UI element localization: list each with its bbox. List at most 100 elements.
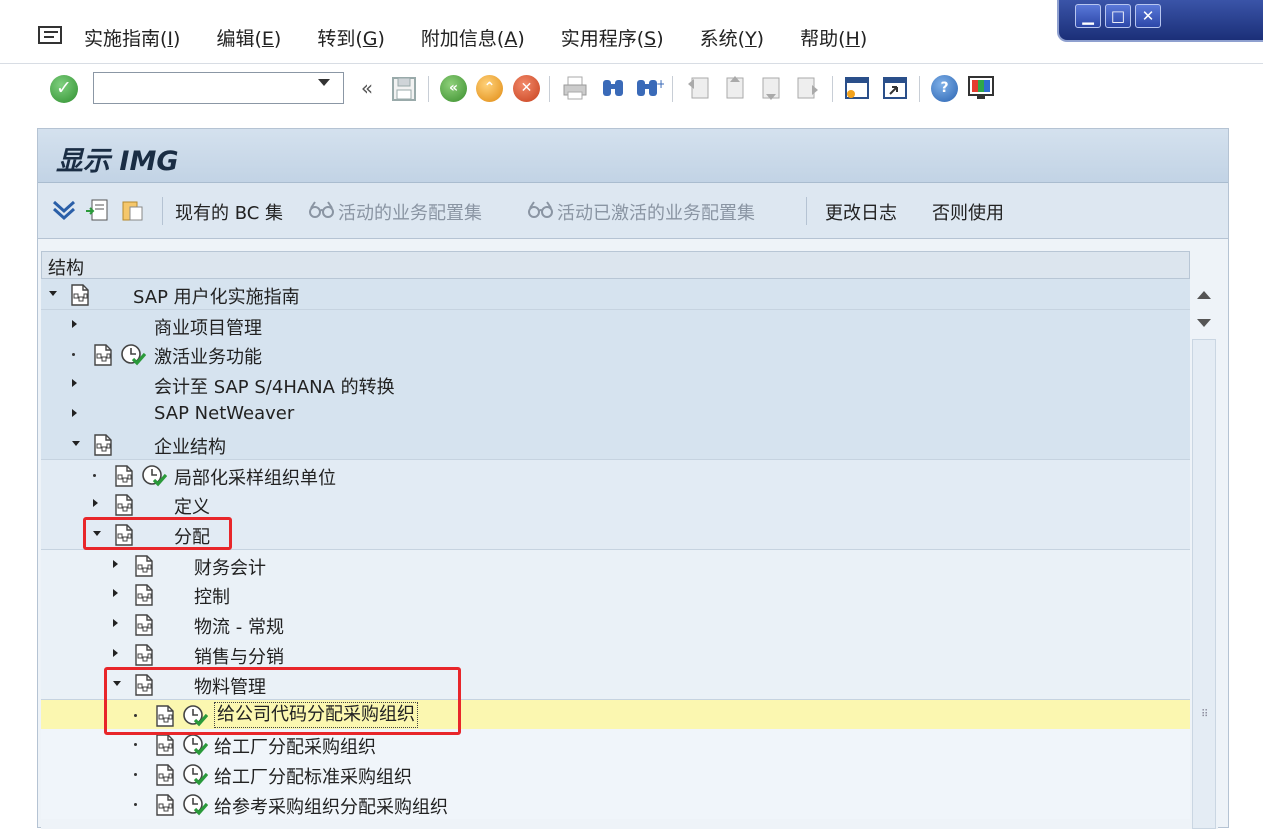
tree-node[interactable]: 局部化采样组织单位 xyxy=(41,459,1190,489)
documentation-icon[interactable] xyxy=(92,344,114,366)
tree-node-label[interactable]: 物流 - 常规 xyxy=(194,613,284,639)
clipboard-icon[interactable] xyxy=(119,197,145,223)
command-field[interactable] xyxy=(93,72,344,104)
tree-node[interactable]: 给参考采购组织分配采购组织 xyxy=(41,789,1190,819)
import-icon[interactable] xyxy=(84,197,110,223)
cancel-icon[interactable]: ✕ xyxy=(513,75,540,102)
execute-activity-icon[interactable] xyxy=(182,793,209,817)
tree-node-label[interactable]: 给工厂分配采购组织 xyxy=(214,733,376,759)
tree-node[interactable]: 销售与分销 xyxy=(41,639,1190,669)
customize-layout-icon[interactable] xyxy=(966,72,996,104)
menu-implementation-guide[interactable]: 实施指南(I) xyxy=(84,24,180,51)
expand-node-icon[interactable] xyxy=(113,619,118,627)
menu-goto[interactable]: 转到(G) xyxy=(317,24,385,51)
create-shortcut-icon[interactable] xyxy=(880,72,910,104)
execute-activity-icon[interactable] xyxy=(120,343,147,367)
documentation-icon[interactable] xyxy=(113,494,135,516)
tree-node-label[interactable]: 控制 xyxy=(194,583,230,609)
documentation-icon[interactable] xyxy=(92,434,114,456)
expand-node-icon[interactable] xyxy=(113,589,118,597)
tree-node[interactable]: 商业项目管理 xyxy=(41,309,1190,339)
previous-page-icon[interactable] xyxy=(720,72,750,104)
change-log-button[interactable]: 更改日志 xyxy=(825,199,897,225)
help-icon[interactable]: ? xyxy=(931,75,958,102)
tree-node[interactable]: SAP NetWeaver xyxy=(41,399,1190,429)
tree-node-label[interactable]: 局部化采样组织单位 xyxy=(174,464,336,490)
tree-node-label[interactable]: 给工厂分配标准采购组织 xyxy=(214,763,412,789)
find-icon[interactable] xyxy=(598,72,628,104)
tree-node[interactable]: 财务会计 xyxy=(41,549,1190,579)
existing-bc-sets-button[interactable]: 现有的 BC 集 xyxy=(175,199,283,225)
tree-node[interactable]: SAP 用户化实施指南 xyxy=(41,279,1190,309)
tree-node-label[interactable]: 销售与分销 xyxy=(194,643,284,669)
execute-activity-icon[interactable] xyxy=(141,464,168,488)
expand-node-icon[interactable] xyxy=(72,320,77,328)
documentation-icon[interactable] xyxy=(133,644,155,666)
scroll-down-icon[interactable] xyxy=(1197,319,1211,327)
minimize-button[interactable]: ▁ xyxy=(1075,4,1101,28)
menu-edit[interactable]: 编辑(E) xyxy=(216,24,281,51)
command-dropdown-icon[interactable] xyxy=(318,79,330,86)
find-next-icon[interactable]: + xyxy=(634,72,664,104)
leaf-node-bullet-icon xyxy=(72,353,75,356)
scroll-up-icon[interactable] xyxy=(1197,291,1211,299)
tree-node-label[interactable]: 给参考采购组织分配采购组织 xyxy=(214,793,448,819)
tree-node-label[interactable]: 企业结构 xyxy=(154,433,226,459)
execute-activity-icon[interactable] xyxy=(182,763,209,787)
documentation-icon[interactable] xyxy=(113,465,135,487)
next-page-icon[interactable] xyxy=(756,72,786,104)
tree-node-label[interactable]: SAP NetWeaver xyxy=(154,403,294,424)
tree-node[interactable]: 给工厂分配标准采购组织 xyxy=(41,759,1190,789)
tree-node[interactable]: 控制 xyxy=(41,579,1190,609)
close-button[interactable]: ✕ xyxy=(1135,4,1161,28)
tree-node-label[interactable]: 激活业务功能 xyxy=(154,343,262,369)
menu-additional-info[interactable]: 附加信息(A) xyxy=(421,24,525,51)
collapse-node-icon[interactable] xyxy=(49,291,57,296)
expand-node-icon[interactable] xyxy=(113,560,118,568)
menu-system[interactable]: 系统(Y) xyxy=(700,24,764,51)
menu-list-icon[interactable] xyxy=(38,25,64,45)
back-icon[interactable]: « xyxy=(440,75,467,102)
tree-node[interactable]: 企业结构 xyxy=(41,429,1190,459)
activated-bc-sets-button[interactable]: 活动已激活的业务配置集 xyxy=(557,199,755,225)
last-page-icon[interactable] xyxy=(792,72,822,104)
documentation-icon[interactable] xyxy=(154,764,176,786)
tree-node-label[interactable]: 定义 xyxy=(174,493,210,519)
tree-node[interactable]: 会计至 SAP S/4HANA 的转换 xyxy=(41,369,1190,399)
vertical-scrollbar[interactable]: ⠿ xyxy=(1190,279,1218,829)
documentation-icon[interactable] xyxy=(133,614,155,636)
scroll-track[interactable] xyxy=(1192,339,1216,829)
tree-node-label[interactable]: 商业项目管理 xyxy=(154,314,262,340)
tree-node-label[interactable]: 会计至 SAP S/4HANA 的转换 xyxy=(154,373,395,399)
maximize-button[interactable]: □ xyxy=(1105,4,1131,28)
print-icon[interactable] xyxy=(560,72,590,104)
active-bc-sets-button[interactable]: 活动的业务配置集 xyxy=(338,199,482,225)
collapse-command-icon[interactable]: « xyxy=(352,72,382,104)
tree-node[interactable]: 激活业务功能 xyxy=(41,339,1190,369)
first-page-icon[interactable] xyxy=(684,72,714,104)
tree-node[interactable]: 物流 - 常规 xyxy=(41,609,1190,639)
documentation-icon[interactable] xyxy=(69,284,91,306)
expand-node-icon[interactable] xyxy=(113,649,118,657)
menu-help[interactable]: 帮助(H) xyxy=(800,24,867,51)
collapse-node-icon[interactable] xyxy=(72,441,80,446)
save-icon[interactable] xyxy=(389,72,419,104)
documentation-icon[interactable] xyxy=(133,584,155,606)
documentation-icon[interactable] xyxy=(154,734,176,756)
tree-node-label[interactable]: SAP 用户化实施指南 xyxy=(133,283,300,309)
expand-node-icon[interactable] xyxy=(93,499,98,507)
otherwise-use-button[interactable]: 否则使用 xyxy=(932,199,1004,225)
enter-checkmark-icon[interactable] xyxy=(50,75,78,103)
tree-node-label[interactable]: 财务会计 xyxy=(194,554,266,580)
documentation-icon[interactable] xyxy=(154,794,176,816)
expand-node-icon[interactable] xyxy=(72,409,77,417)
glasses-icon xyxy=(528,201,553,218)
tree-node[interactable]: 定义 xyxy=(41,489,1190,519)
expand-all-icon[interactable] xyxy=(51,197,77,223)
execute-activity-icon[interactable] xyxy=(182,733,209,757)
expand-node-icon[interactable] xyxy=(72,379,77,387)
documentation-icon[interactable] xyxy=(133,555,155,577)
exit-icon[interactable]: ⌃ xyxy=(476,75,503,102)
create-session-icon[interactable] xyxy=(842,72,872,104)
menu-utilities[interactable]: 实用程序(S) xyxy=(561,24,664,51)
